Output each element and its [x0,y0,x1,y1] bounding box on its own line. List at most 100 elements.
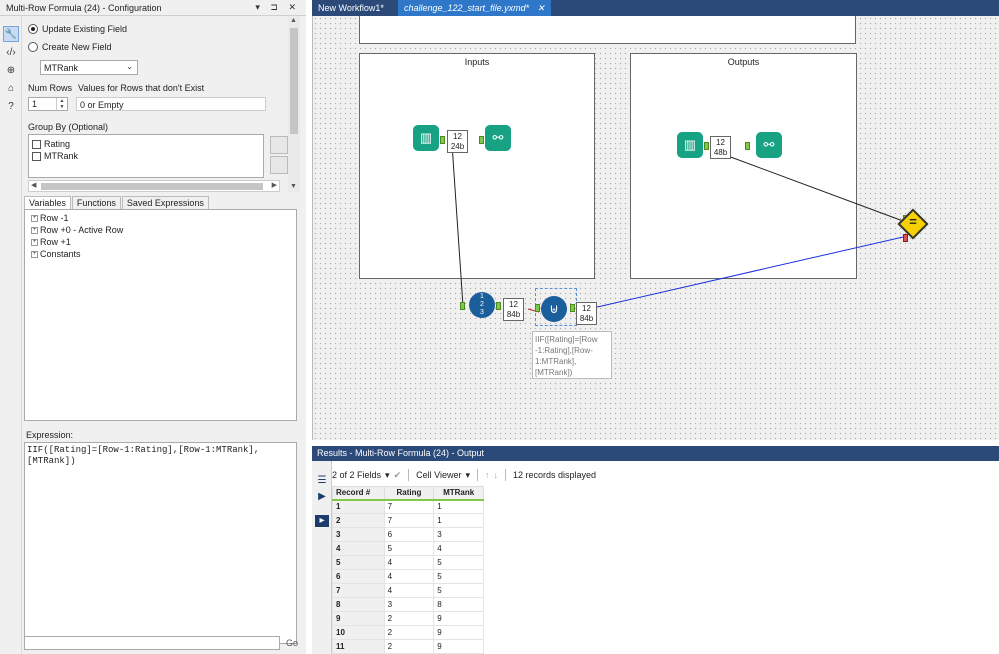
scroll-left-icon[interactable]: ◀ [31,181,36,189]
table-row[interactable]: 10 2 9 [332,625,484,640]
output-anchor[interactable] [570,304,575,312]
tree-item-active-row[interactable]: + Row +0 - Active Row [31,225,123,235]
tab-variables[interactable]: Variables [24,196,71,209]
tag-icon[interactable]: ⌂ [3,80,19,96]
input-anchor[interactable] [535,304,540,312]
record-id-icon[interactable]: 123 [469,292,495,318]
browse-binoculars-icon[interactable]: ⚯ [485,125,511,151]
scroll-down-icon[interactable]: ▼ [290,183,297,190]
tab-new-workflow[interactable]: New Workflow1* [312,0,390,16]
rating-cell[interactable]: 2 [383,625,435,640]
mtrank-cell[interactable]: 9 [433,611,484,626]
mtrank-cell[interactable]: 8 [433,597,484,612]
chevron-down-icon[interactable]: ▾ [465,470,470,481]
multi-row-formula-icon[interactable]: ⊎ [541,296,567,322]
expand-icon[interactable]: + [31,238,38,246]
clear-button[interactable] [270,156,288,174]
column-header-mtrank[interactable]: MTRank [433,486,484,501]
tree-item-row-plus-1[interactable]: + Row +1 [31,237,71,247]
input-anchor[interactable] [460,302,465,310]
stepper-arrows-icon[interactable]: ▲ ▼ [56,98,67,110]
tab-functions[interactable]: Functions [71,196,121,209]
expression-editor[interactable]: IIF([Rating]=[Row-1:Rating],[Row-1:MTRan… [24,442,297,644]
table-row[interactable]: 271 [332,513,484,528]
tab-saved-expressions[interactable]: Saved Expressions [121,196,209,209]
table-row[interactable]: 745 [332,583,484,598]
help-icon[interactable]: ? [3,98,19,114]
input-anchor[interactable] [745,142,750,150]
table-row[interactable]: 645 [332,569,484,584]
table-row[interactable]: 838 [332,597,484,612]
table-row[interactable]: 171 [332,499,484,514]
expand-icon[interactable]: + [31,250,38,258]
scroll-up-icon[interactable]: ▲ [290,17,297,24]
check-icon[interactable]: ✔ [394,470,402,481]
mtrank-cell[interactable]: 4 [433,541,484,556]
scroll-thumb[interactable] [41,183,263,190]
input-book-icon[interactable]: ▥ [677,132,703,158]
mtrank-cell[interactable]: 5 [433,555,484,570]
rating-cell[interactable]: 6 [383,527,435,542]
table-row[interactable]: 454 [332,541,484,556]
fields-dropdown[interactable]: 2 of 2 Fields [332,470,381,480]
column-header-rating[interactable]: Rating [383,486,435,501]
output-anchor[interactable] [440,136,445,144]
input-book-icon[interactable]: ▥ [413,125,439,151]
output-tag-icon[interactable]: ▸ [315,515,329,527]
checkbox-icon[interactable] [32,139,41,149]
table-row[interactable]: 363 [332,527,484,542]
cell-viewer-dropdown[interactable]: Cell Viewer [416,470,461,480]
record-number-cell[interactable]: 2 [332,513,385,528]
wrench-icon[interactable]: 🔧 [3,26,19,42]
list-icon[interactable]: ☰ [315,475,329,487]
update-existing-radio[interactable]: Update Existing Field [28,24,127,34]
mtrank-cell[interactable]: 1 [433,499,484,514]
arrow-down-icon[interactable]: ↓ [494,470,499,480]
window-controls[interactable]: ▾ ⊐ ✕ [255,2,300,13]
record-number-cell[interactable]: 7 [332,583,385,598]
arrow-up-icon[interactable]: ↑ [485,470,490,480]
rating-cell[interactable]: 7 [383,499,435,514]
scroll-right-icon[interactable]: ▶ [272,181,277,189]
table-row[interactable]: 545 [332,555,484,570]
mtrank-cell[interactable]: 5 [433,569,484,584]
num-rows-stepper[interactable]: 1 ▲ ▼ [28,97,68,111]
tree-item-row-minus-1[interactable]: + Row -1 [31,213,69,223]
column-header-record[interactable]: Record # [332,486,385,501]
mtrank-cell[interactable]: 3 [433,527,484,542]
record-number-cell[interactable]: 5 [332,555,385,570]
go-input[interactable] [24,636,280,650]
select-all-button[interactable] [270,136,288,154]
mtrank-cell[interactable]: 5 [433,583,484,598]
expand-icon[interactable]: + [31,226,38,234]
go-button[interactable]: Go [286,638,298,648]
checkbox-icon[interactable] [32,151,41,161]
rating-cell[interactable]: 4 [383,569,435,584]
rating-cell[interactable]: 7 [383,513,435,528]
compass-icon[interactable]: ⊕ [3,62,19,78]
expand-icon[interactable]: + [31,214,38,222]
table-row[interactable]: 11 2 9 [332,639,484,654]
group-field-mtrank[interactable]: MTRank [32,151,78,161]
vertical-scrollbar[interactable]: ▲ ▼ [288,16,300,192]
create-new-radio[interactable]: Create New Field [28,42,112,52]
record-number-cell[interactable]: 11 [332,639,385,654]
rating-cell[interactable]: 2 [383,611,435,626]
record-number-cell[interactable]: 1 [332,499,385,514]
rating-cell[interactable]: 2 [383,639,435,654]
record-number-cell[interactable]: 9 [332,611,385,626]
record-number-cell[interactable]: 3 [332,527,385,542]
output-anchor[interactable] [704,142,709,150]
rating-cell[interactable]: 5 [383,541,435,556]
mtrank-cell[interactable]: 1 [433,513,484,528]
mtrank-cell[interactable]: 9 [433,625,484,640]
input-anchor[interactable] [479,136,484,144]
scroll-thumb[interactable] [290,28,298,134]
record-number-cell[interactable]: 10 [332,625,385,640]
tree-item-constants[interactable]: + Constants [31,249,81,259]
mtrank-cell[interactable]: 9 [433,639,484,654]
rating-cell[interactable]: 4 [383,555,435,570]
record-number-cell[interactable]: 4 [332,541,385,556]
anchor-icon[interactable]: ▶ [315,491,329,503]
code-icon[interactable]: ‹/› [3,44,19,60]
